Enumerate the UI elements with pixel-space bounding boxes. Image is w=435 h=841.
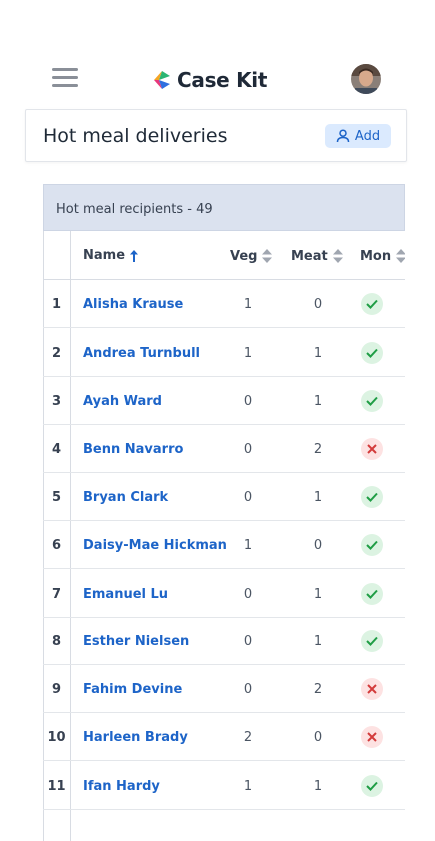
sort-icon: [332, 249, 343, 263]
meat-count: 0: [313, 538, 323, 553]
meat-count: 1: [313, 346, 323, 361]
table-row: 8 Esther Nielsen 0 1: [43, 617, 405, 665]
add-button-label: Add: [354, 128, 381, 144]
table-row: 6 Daisy-Mae Hickman 1 0: [43, 521, 405, 569]
table-row: 11 Ifan Hardy 1 1: [43, 762, 405, 810]
recipient-name-link[interactable]: Bryan Clark: [83, 490, 168, 505]
row-number: 4: [51, 442, 62, 457]
check-icon: [361, 534, 383, 556]
recipient-name-link[interactable]: Ayah Ward: [83, 394, 162, 409]
check-icon: [361, 342, 383, 364]
row-number: 6: [51, 538, 62, 553]
recipient-name-link[interactable]: Daisy-Mae Hickman: [83, 538, 227, 553]
meat-count: 0: [313, 730, 323, 745]
meat-count: 1: [313, 394, 323, 409]
recipient-name-link[interactable]: Harleen Brady: [83, 730, 188, 745]
recipient-name-link[interactable]: Andrea Turnbull: [83, 346, 200, 361]
cross-icon: [361, 678, 383, 700]
check-icon: [361, 390, 383, 412]
cross-icon: [361, 438, 383, 460]
row-number: 5: [51, 490, 62, 505]
check-icon: [361, 293, 383, 315]
veg-count: 0: [243, 490, 253, 505]
meat-count: 1: [313, 490, 323, 505]
row-number: 8: [51, 634, 62, 649]
column-header-veg-label: Veg: [230, 248, 258, 264]
table-row: 9 Fahim Devine 0 2: [43, 665, 405, 713]
veg-count: 1: [243, 297, 253, 312]
row-number: 11: [47, 779, 66, 794]
veg-count: 0: [243, 682, 253, 697]
logo-text: Case Kit: [177, 68, 268, 92]
row-number: 3: [51, 394, 62, 409]
row-number: 7: [51, 587, 62, 602]
recipient-name-link[interactable]: Emanuel Lu: [83, 587, 168, 602]
row-number: 9: [51, 682, 62, 697]
meat-count: 2: [313, 682, 323, 697]
sort-icon: [262, 249, 273, 263]
recipient-name-link[interactable]: Benn Navarro: [83, 442, 183, 457]
table-row: 7 Emanuel Lu 0 1: [43, 570, 405, 618]
column-header-meat-label: Meat: [291, 248, 328, 264]
veg-count: 1: [243, 538, 253, 553]
veg-count: 0: [243, 442, 253, 457]
recipient-name-link[interactable]: Alisha Krause: [83, 297, 183, 312]
arrow-up-icon: [130, 249, 139, 262]
row-number: 10: [47, 730, 66, 745]
veg-count: 1: [243, 779, 253, 794]
recipient-name-link[interactable]: Fahim Devine: [83, 682, 182, 697]
veg-count: 0: [243, 634, 253, 649]
table-header: Name Veg Meat Mon: [43, 231, 405, 280]
table-row: 5 Bryan Clark 0 1: [43, 473, 405, 521]
logo-icon: [154, 71, 170, 89]
page-header-card: Hot meal deliveries Add: [25, 109, 407, 162]
logo[interactable]: Case Kit: [151, 67, 267, 93]
add-button[interactable]: Add: [325, 124, 391, 148]
table-row: 10 Harleen Brady 2 0: [43, 713, 405, 761]
sort-icon: [396, 249, 405, 263]
cross-icon: [361, 726, 383, 748]
table-caption: Hot meal recipients - 49: [43, 184, 405, 231]
column-header-name[interactable]: Name: [83, 248, 139, 263]
table-row: 4 Benn Navarro 0 2: [43, 425, 405, 473]
row-number: 2: [51, 346, 62, 361]
meat-count: 1: [313, 634, 323, 649]
check-icon: [361, 775, 383, 797]
veg-count: 0: [243, 587, 253, 602]
column-header-meat[interactable]: Meat: [291, 248, 344, 264]
meat-count: 0: [313, 297, 323, 312]
meat-count: 1: [313, 779, 323, 794]
check-icon: [361, 583, 383, 605]
column-header-name-label: Name: [83, 248, 126, 263]
column-header-veg[interactable]: Veg: [230, 248, 273, 264]
table-row: 3 Ayah Ward 0 1: [43, 377, 405, 425]
check-icon: [361, 630, 383, 652]
meat-count: 2: [313, 442, 323, 457]
recipient-name-link[interactable]: Esther Nielsen: [83, 634, 189, 649]
table-row: 2 Andrea Turnbull 1 1: [43, 329, 405, 377]
hamburger-menu-icon[interactable]: [52, 66, 78, 90]
user-add-icon: [336, 129, 350, 143]
row-number: 1: [51, 297, 62, 312]
avatar[interactable]: [351, 64, 381, 94]
veg-count: 0: [243, 394, 253, 409]
veg-count: 2: [243, 730, 253, 745]
column-header-mon-label: Mon: [360, 248, 392, 264]
column-header-mon[interactable]: Mon: [360, 248, 405, 264]
recipient-name-link[interactable]: Ifan Hardy: [83, 779, 160, 794]
veg-count: 1: [243, 346, 253, 361]
recipients-table: Hot meal recipients - 49 Name Veg Meat M…: [43, 184, 405, 841]
table-row: 1 Alisha Krause 1 0: [43, 280, 405, 328]
check-icon: [361, 486, 383, 508]
top-bar: Case Kit: [0, 58, 435, 100]
meat-count: 1: [313, 587, 323, 602]
page-title: Hot meal deliveries: [43, 125, 228, 147]
